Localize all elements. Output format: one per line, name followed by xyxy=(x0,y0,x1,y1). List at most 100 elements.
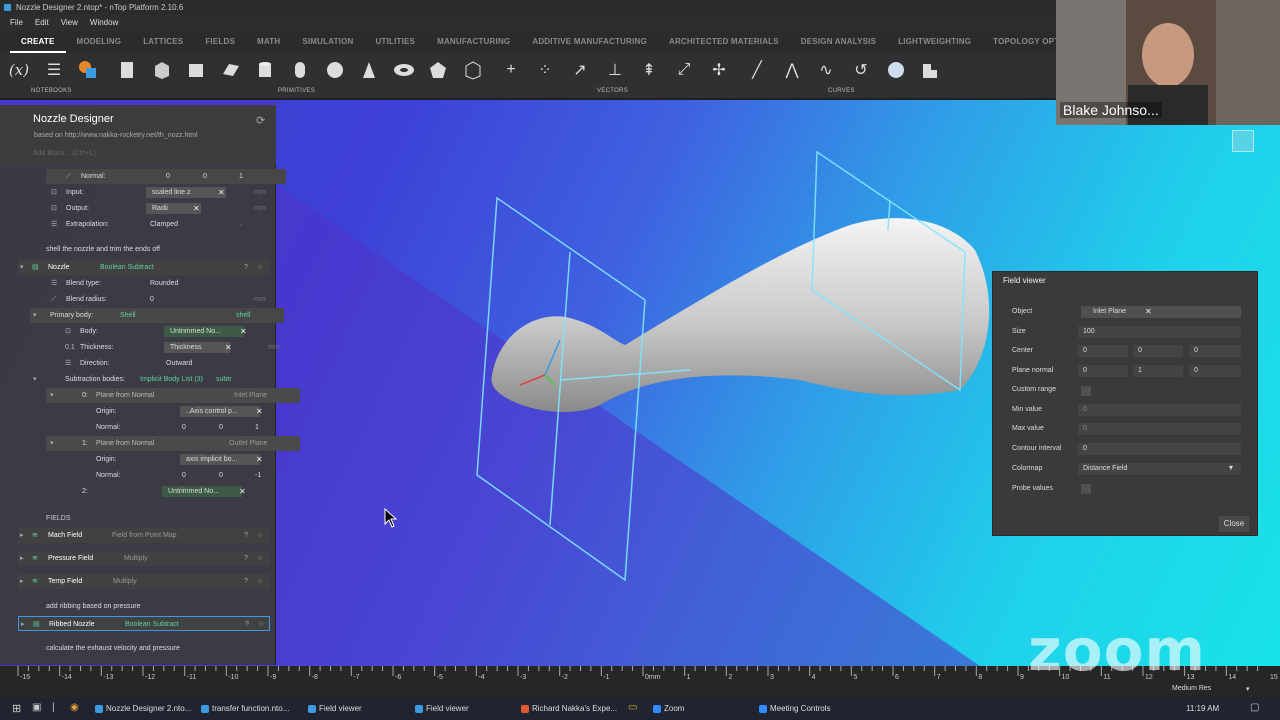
render-mode-select[interactable]: Medium Res xyxy=(1172,685,1211,692)
primary-body-row[interactable]: ▾ Primary body: Shell shell xyxy=(30,308,284,323)
colormap-select[interactable]: Distance Field xyxy=(1078,463,1241,475)
wireframe-box-icon[interactable] xyxy=(462,59,484,81)
plane-normal-y[interactable]: 1 xyxy=(1133,365,1183,377)
body-chip[interactable]: Untrimmed No... xyxy=(164,326,244,337)
item1-normal-z[interactable]: -1 xyxy=(255,468,261,483)
subtraction-bodies-row[interactable]: ▾ Subtraction bodies: Implicit Body List… xyxy=(30,372,284,387)
expand-icon[interactable]: ▸ xyxy=(20,574,24,589)
expand-icon[interactable]: ▾ xyxy=(20,260,24,275)
expand-icon[interactable]: ▸ xyxy=(20,551,24,566)
arc-icon[interactable]: ↺ xyxy=(850,59,872,81)
start-menu-icon[interactable]: ⊞ xyxy=(12,702,21,715)
output-clear-icon[interactable]: ✕ xyxy=(193,201,200,216)
tab-additive-manufacturing[interactable]: ADDITIVE MANUFACTURING xyxy=(521,31,658,53)
menu-window[interactable]: Window xyxy=(84,15,124,31)
vector-plane-icon[interactable]: ⊥ xyxy=(604,59,626,81)
profile-icon[interactable] xyxy=(919,59,941,81)
menu-edit[interactable]: Edit xyxy=(29,15,55,31)
list-icon[interactable]: ☰ xyxy=(43,59,65,81)
object-clear-icon[interactable]: ✕ xyxy=(1145,307,1152,316)
tab-manufacturing[interactable]: MANUFACTURING xyxy=(426,31,521,53)
expand-icon[interactable]: ▸ xyxy=(20,528,24,543)
normal-y[interactable]: 0 xyxy=(203,169,207,184)
view-cube-icon[interactable] xyxy=(1232,130,1254,152)
tab-fields[interactable]: FIELDS xyxy=(194,31,246,53)
normal-x[interactable]: 0 xyxy=(166,169,170,184)
ribbed-nozzle-block[interactable]: ▸ ▤ Ribbed Nozzle Boolean Subtract ? ○ xyxy=(18,616,270,631)
item1-normal-x[interactable]: 0 xyxy=(182,468,186,483)
frame-icon[interactable]: ✢ xyxy=(708,59,730,81)
box-icon[interactable] xyxy=(151,59,173,81)
tab-modeling[interactable]: MODELING xyxy=(66,31,133,53)
normal-z[interactable]: 1 xyxy=(239,169,243,184)
vector-diagonal-icon[interactable]: ⤢ xyxy=(673,59,695,81)
taskbar-zoom[interactable]: Zoom xyxy=(650,698,684,720)
capsule-icon[interactable] xyxy=(289,59,311,81)
menu-file[interactable]: File xyxy=(4,15,29,31)
help-icon[interactable]: ? xyxy=(244,528,248,543)
item1-normal-y[interactable]: 0 xyxy=(219,468,223,483)
help-icon[interactable]: ? xyxy=(245,617,249,632)
body-clear-icon[interactable]: ✕ xyxy=(240,324,247,339)
variable-icon[interactable]: (x) xyxy=(8,59,30,81)
notification-icon[interactable]: ▢ xyxy=(1250,702,1259,713)
taskbar-field-viewer-2[interactable]: Field viewer xyxy=(412,698,469,720)
item1-origin-chip[interactable]: axis implicit bo... xyxy=(180,454,260,465)
subtraction-item-1[interactable]: ▾ 1: Plane from Normal Outlet Plane xyxy=(46,436,300,451)
visibility-icon[interactable]: ○ xyxy=(258,574,262,589)
direction-select[interactable]: Outward xyxy=(166,356,192,371)
sphere-icon[interactable] xyxy=(324,59,346,81)
menu-view[interactable]: View xyxy=(55,15,84,31)
point-icon[interactable]: + xyxy=(500,59,522,81)
comment-shell[interactable]: shell the nozzle and trim the ends off xyxy=(46,242,160,257)
expand-icon[interactable]: ▾ xyxy=(33,308,37,323)
max-value-field[interactable]: 0 xyxy=(1078,423,1241,435)
tab-utilities[interactable]: UTILITIES xyxy=(365,31,427,53)
task-view-icon[interactable]: ▣ xyxy=(32,702,41,713)
center-x[interactable]: 0 xyxy=(1078,345,1128,357)
item2-clear-icon[interactable]: ✕ xyxy=(239,484,246,499)
custom-range-checkbox[interactable] xyxy=(1081,386,1091,396)
polygon-icon[interactable] xyxy=(427,59,449,81)
center-y[interactable]: 0 xyxy=(1133,345,1183,357)
visibility-icon[interactable]: ○ xyxy=(258,260,262,275)
subtraction-item-0[interactable]: ▾ 0: Plane from Normal Inlet Plane xyxy=(46,388,300,403)
temp-field-block[interactable]: ▸ ≋ Temp Field Multiply ? ○ xyxy=(18,574,270,589)
plane-icon[interactable] xyxy=(220,59,242,81)
block-icon[interactable] xyxy=(185,59,207,81)
nozzle-block[interactable]: ▾ ▤ Nozzle Boolean Subtract ? ○ xyxy=(18,260,270,275)
size-field[interactable]: 100 xyxy=(1078,326,1241,338)
item2-chip[interactable]: Untrimmed No... xyxy=(162,486,242,497)
add-block-hint[interactable]: Add Block... (Ctrl+L) xyxy=(33,150,96,157)
taskbar-nozzle-designer[interactable]: Nozzle Designer 2.nto... xyxy=(92,698,191,720)
visibility-icon[interactable]: ○ xyxy=(258,528,262,543)
taskbar-richard-nakka[interactable]: Richard Nakka's Expe... xyxy=(518,698,617,720)
notebook-shapes-icon[interactable] xyxy=(77,59,99,81)
expand-icon[interactable]: ▾ xyxy=(50,436,54,451)
taskbar-transfer-function[interactable]: transfer function.nto... xyxy=(198,698,289,720)
help-icon[interactable]: ? xyxy=(244,260,248,275)
cylinder-icon[interactable] xyxy=(254,59,276,81)
expand-icon[interactable]: ▸ xyxy=(21,617,25,632)
torus-icon[interactable] xyxy=(393,59,415,81)
mach-field-block[interactable]: ▸ ≋ Mach Field Field from Point Map ? ○ xyxy=(18,528,270,543)
point-cloud-icon[interactable]: ⁘ xyxy=(534,59,556,81)
blend-radius-value[interactable]: 0 xyxy=(150,292,154,307)
chevron-down-icon[interactable]: ▾ xyxy=(1246,685,1250,693)
input-clear-icon[interactable]: ✕ xyxy=(218,185,225,200)
polyline-icon[interactable]: ⋀ xyxy=(781,59,803,81)
expand-icon[interactable]: ▾ xyxy=(33,372,37,387)
plane-normal-z[interactable]: 0 xyxy=(1189,365,1241,377)
subtraction-item-2[interactable]: 2: Untrimmed No... ✕ xyxy=(62,484,286,499)
input-chip[interactable]: scaled line.z xyxy=(146,187,226,198)
item0-normal-x[interactable]: 0 xyxy=(182,420,186,435)
item1-origin-clear-icon[interactable]: ✕ xyxy=(256,452,263,467)
chevron-down-icon[interactable]: ▾ xyxy=(1229,463,1233,472)
object-chip[interactable]: Inlet Plane xyxy=(1081,306,1241,318)
line-icon[interactable]: ╱ xyxy=(746,59,768,81)
blend-type-select[interactable]: Rounded xyxy=(150,276,178,291)
item0-origin-chip[interactable]: ..Axis control p... xyxy=(180,406,260,417)
thickness-chip[interactable]: Thickness xyxy=(164,342,230,353)
tab-math[interactable]: MATH xyxy=(246,31,291,53)
visibility-icon[interactable]: ○ xyxy=(259,617,263,632)
